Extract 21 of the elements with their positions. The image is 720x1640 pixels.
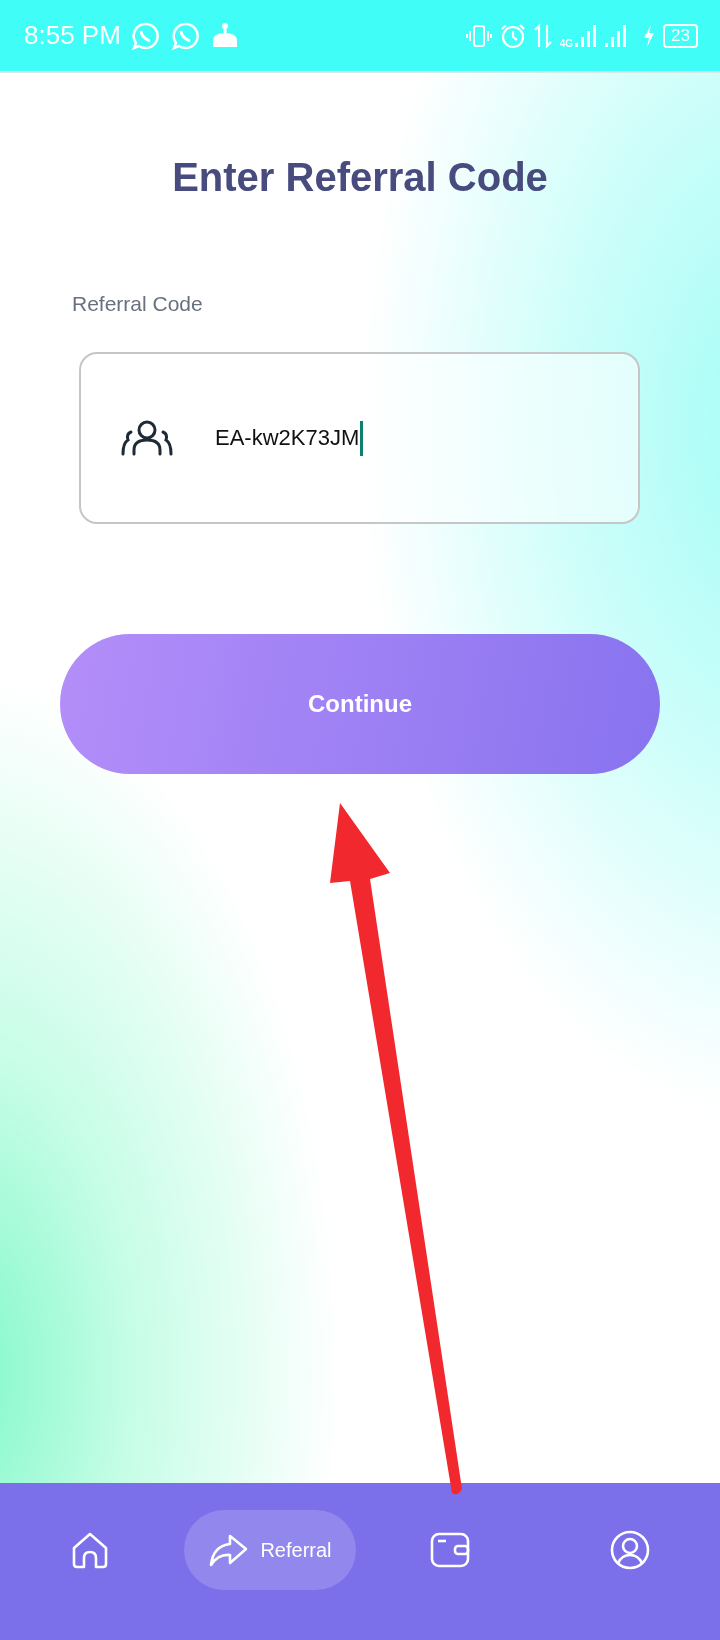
battery-level: 23 (663, 23, 698, 48)
robot-icon (210, 22, 239, 49)
chat-icon (170, 20, 201, 51)
network-type: 4G (559, 38, 574, 49)
alarm-icon (499, 22, 526, 49)
home-icon (70, 1530, 110, 1570)
page-title: Enter Referral Code (171, 155, 549, 200)
vibrate-icon (465, 23, 492, 48)
continue-button[interactable]: Continue (60, 634, 660, 774)
referral-code-field[interactable]: EA-kw2K73JM (79, 352, 640, 524)
profile-icon (610, 1530, 650, 1570)
charging-icon (643, 24, 656, 47)
chat-icon (130, 20, 161, 51)
nav-tab[interactable]: Referral (184, 1510, 356, 1590)
text-cursor (360, 420, 364, 456)
field-label: Referral Code (72, 292, 204, 316)
users-icon (121, 420, 173, 456)
data-transfer-icon (533, 22, 552, 49)
share-arrow-icon (208, 1532, 249, 1568)
wallet-icon (430, 1532, 470, 1568)
clock: 8:55 PM (24, 20, 121, 51)
